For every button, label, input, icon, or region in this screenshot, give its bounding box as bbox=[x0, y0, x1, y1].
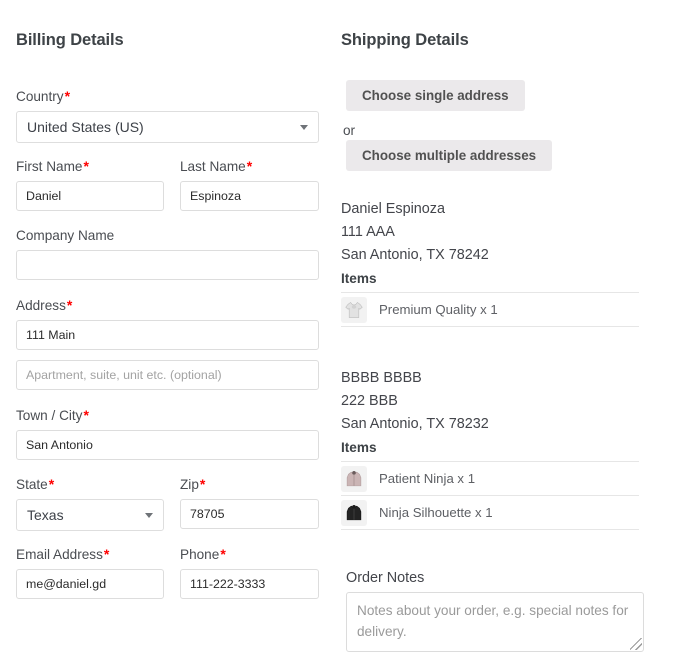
state-field-group: State* Texas bbox=[16, 477, 164, 531]
email-address-label: Email Address* bbox=[16, 547, 164, 562]
required-asterisk: * bbox=[66, 297, 72, 313]
choose-multiple-addresses-button[interactable]: Choose multiple addresses bbox=[346, 140, 552, 171]
item-name: Premium Quality x 1 bbox=[379, 302, 498, 317]
state-select[interactable]: Texas bbox=[16, 499, 164, 531]
required-asterisk: * bbox=[199, 476, 205, 492]
billing-details-heading: Billing Details bbox=[16, 31, 124, 50]
required-asterisk: * bbox=[64, 88, 70, 104]
address-label: Address* bbox=[16, 298, 319, 313]
shipping-items-list: Premium Quality x 1 bbox=[341, 292, 639, 327]
email-input[interactable] bbox=[16, 569, 164, 599]
items-heading: Items bbox=[341, 268, 651, 289]
town-city-label: Town / City* bbox=[16, 408, 319, 423]
shipping-address-block: Daniel Espinoza 111 AAA San Antonio, TX … bbox=[341, 198, 651, 327]
zip-label: Zip* bbox=[180, 477, 319, 492]
last-name-input[interactable] bbox=[180, 181, 319, 211]
chevron-down-icon bbox=[145, 513, 153, 518]
country-field-group: Country* United States (US) bbox=[16, 89, 319, 143]
items-heading: Items bbox=[341, 437, 651, 458]
required-asterisk: * bbox=[82, 407, 88, 423]
company-name-input[interactable] bbox=[16, 250, 319, 280]
list-item: Patient Ninja x 1 bbox=[341, 462, 639, 496]
shipping-items-list: Patient Ninja x 1 Ninja Silhouette x 1 bbox=[341, 461, 639, 530]
shipping-street: 222 BBB bbox=[341, 390, 651, 413]
shipping-street: 111 AAA bbox=[341, 221, 651, 244]
list-item: Premium Quality x 1 bbox=[341, 293, 639, 327]
required-asterisk: * bbox=[246, 158, 252, 174]
required-asterisk: * bbox=[82, 158, 88, 174]
tshirt-white-thumbnail-icon bbox=[341, 297, 367, 323]
state-label: State* bbox=[16, 477, 164, 492]
phone-input[interactable] bbox=[180, 569, 319, 599]
order-notes-placeholder: Notes about your order, e.g. special not… bbox=[357, 603, 628, 639]
shipping-recipient-name: BBBB BBBB bbox=[341, 367, 651, 390]
country-select[interactable]: United States (US) bbox=[16, 111, 319, 143]
shipping-city-state-zip: San Antonio, TX 78242 bbox=[341, 244, 651, 267]
item-name: Ninja Silhouette x 1 bbox=[379, 505, 493, 520]
last-name-label: Last Name* bbox=[180, 159, 319, 174]
chevron-down-icon bbox=[300, 125, 308, 130]
shipping-recipient-name: Daniel Espinoza bbox=[341, 198, 651, 221]
country-select-value: United States (US) bbox=[16, 111, 319, 143]
order-notes-group: Order Notes Notes about your order, e.g.… bbox=[346, 571, 646, 652]
last-name-field-group: Last Name* bbox=[180, 159, 319, 211]
hoodie-black-thumbnail-icon bbox=[341, 500, 367, 526]
zip-field-group: Zip* bbox=[180, 477, 319, 529]
zip-input[interactable] bbox=[180, 499, 319, 529]
address-line1-input[interactable] bbox=[16, 320, 319, 350]
company-field-group: Company Name bbox=[16, 229, 319, 280]
city-field-group: Town / City* bbox=[16, 408, 319, 460]
shipping-address-block: BBBB BBBB 222 BBB San Antonio, TX 78232 … bbox=[341, 367, 651, 530]
required-asterisk: * bbox=[103, 546, 109, 562]
first-name-field-group: First Name* bbox=[16, 159, 164, 211]
first-name-label: First Name* bbox=[16, 159, 164, 174]
item-name: Patient Ninja x 1 bbox=[379, 471, 475, 486]
email-field-group: Email Address* bbox=[16, 547, 164, 599]
choose-multiple-addresses-label[interactable]: Choose multiple addresses bbox=[346, 140, 552, 171]
required-asterisk: * bbox=[219, 546, 225, 562]
choose-single-address-label[interactable]: Choose single address bbox=[346, 80, 525, 111]
required-asterisk: * bbox=[48, 476, 54, 492]
shipping-details-heading: Shipping Details bbox=[341, 31, 469, 50]
order-notes-textarea[interactable]: Notes about your order, e.g. special not… bbox=[346, 592, 644, 652]
first-name-input[interactable] bbox=[16, 181, 164, 211]
country-label: Country* bbox=[16, 89, 319, 104]
hoodie-mauve-thumbnail-icon bbox=[341, 466, 367, 492]
order-notes-label: Order Notes bbox=[346, 571, 646, 585]
address-line2-group bbox=[16, 360, 319, 390]
checkout-page: Billing Details Country* United States (… bbox=[0, 0, 683, 669]
name-row: First Name* Last Name* bbox=[16, 159, 319, 219]
company-name-label: Company Name bbox=[16, 229, 319, 243]
phone-field-group: Phone* bbox=[180, 547, 319, 599]
shipping-city-state-zip: San Antonio, TX 78232 bbox=[341, 413, 651, 436]
email-phone-row: Email Address* Phone* bbox=[16, 547, 319, 607]
state-select-value: Texas bbox=[16, 499, 164, 531]
state-zip-row: State* Texas Zip* bbox=[16, 477, 319, 537]
choose-single-address-button[interactable]: Choose single address bbox=[346, 80, 525, 111]
town-city-input[interactable] bbox=[16, 430, 319, 460]
resize-handle-icon[interactable] bbox=[630, 638, 642, 650]
or-separator-label: or bbox=[343, 124, 355, 138]
address-field-group: Address* bbox=[16, 298, 319, 350]
list-item: Ninja Silhouette x 1 bbox=[341, 496, 639, 530]
address-line2-input[interactable] bbox=[16, 360, 319, 390]
phone-label: Phone* bbox=[180, 547, 319, 562]
